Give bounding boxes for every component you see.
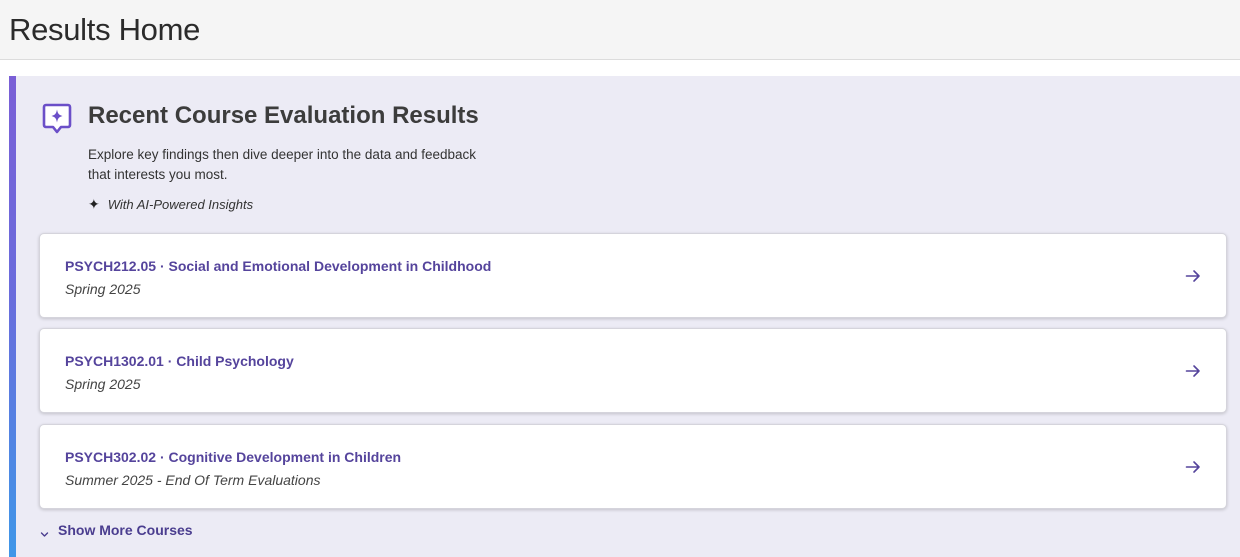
course-term: Summer 2025 - End Of Term Evaluations: [65, 472, 321, 488]
panel-heading: Recent Course Evaluation Results: [88, 102, 479, 129]
ai-insights-badge: ✦ With AI-Powered Insights: [88, 196, 253, 213]
course-title[interactable]: PSYCH212.05 · Social and Emotional Devel…: [65, 258, 491, 274]
arrow-right-icon[interactable]: [1184, 458, 1202, 476]
course-title[interactable]: PSYCH302.02 · Cognitive Development in C…: [65, 449, 401, 465]
course-term: Spring 2025: [65, 281, 141, 297]
chevron-down-icon: [40, 526, 49, 537]
course-term: Spring 2025: [65, 376, 141, 392]
recent-results-panel: Recent Course Evaluation Results Explore…: [9, 76, 1240, 557]
show-more-courses-button[interactable]: Show More Courses: [40, 522, 193, 538]
ai-insights-label: With AI-Powered Insights: [107, 197, 254, 212]
panel-accent-bar: [9, 76, 16, 557]
course-title[interactable]: PSYCH1302.01 · Child Psychology: [65, 353, 294, 369]
page-title: Results Home: [9, 12, 201, 47]
course-card[interactable]: PSYCH212.05 · Social and Emotional Devel…: [39, 233, 1227, 318]
course-card[interactable]: PSYCH302.02 · Cognitive Development in C…: [39, 424, 1227, 509]
panel-description: Explore key findings then dive deeper in…: [88, 147, 477, 182]
show-more-label[interactable]: Show More Courses: [58, 522, 193, 538]
page-header: Results Home: [0, 0, 1240, 60]
arrow-right-icon[interactable]: [1184, 267, 1202, 285]
sparkle-icon: ✦: [88, 196, 100, 212]
sparkle-chat-icon: [42, 102, 72, 134]
arrow-right-icon[interactable]: [1184, 362, 1202, 380]
course-card[interactable]: PSYCH1302.01 · Child Psychology Spring 2…: [39, 328, 1227, 413]
